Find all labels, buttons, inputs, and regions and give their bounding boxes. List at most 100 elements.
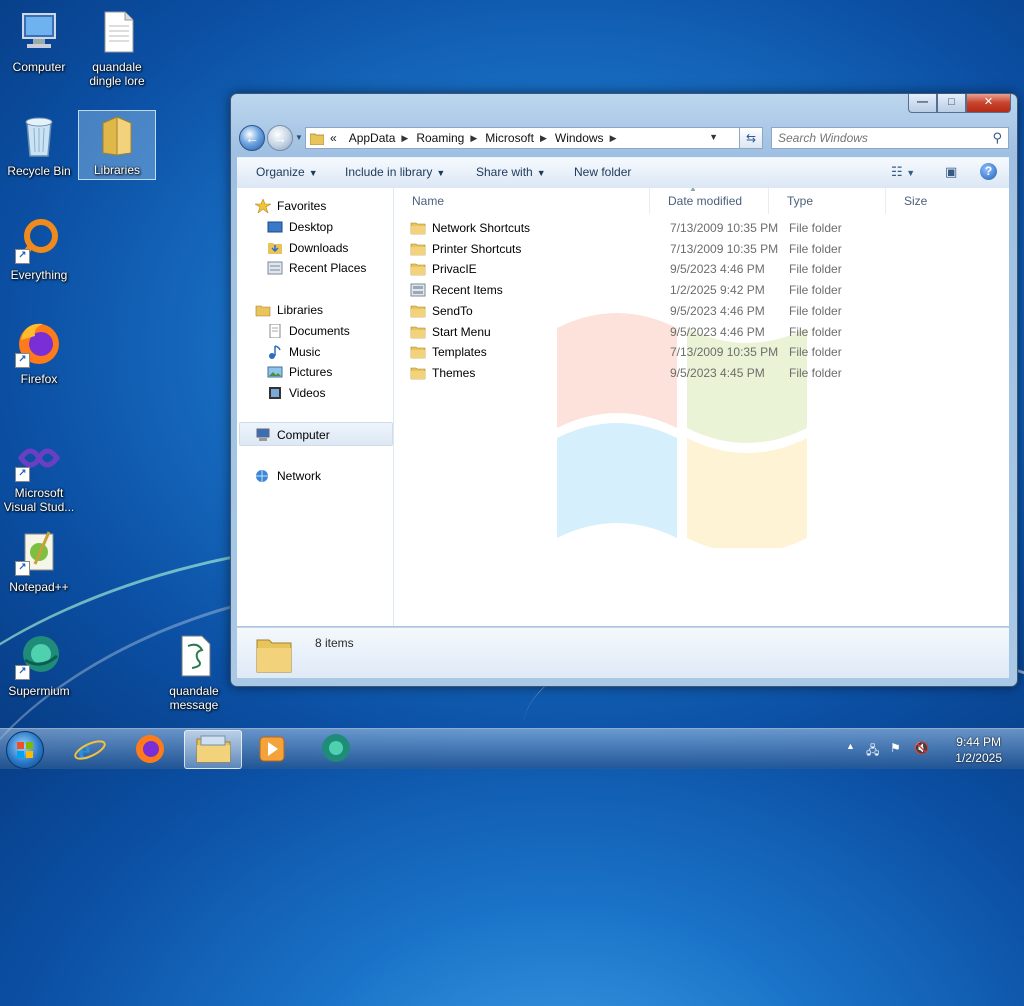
desktop-icon-everything[interactable]: ↗ Everything (1, 216, 77, 282)
nav-label: Libraries (277, 303, 324, 317)
breadcrumb-roaming[interactable]: Roaming (410, 131, 470, 145)
firefox-icon: ↗ (15, 320, 63, 368)
media-player-icon (259, 736, 285, 762)
nav-pictures[interactable]: Pictures (267, 362, 332, 382)
nav-label: Videos (289, 386, 326, 400)
file-row[interactable]: PrivacIE 9/5/2023 4:46 PM File folder (408, 259, 1008, 279)
recycle-bin-icon (15, 112, 63, 160)
nav-music[interactable]: Music (267, 342, 320, 362)
chevron-right-icon[interactable]: ▶ (610, 133, 619, 144)
new-folder-button[interactable]: New folder (574, 165, 631, 179)
change-view-button[interactable]: ☷ ▼ (891, 164, 915, 180)
refresh-button[interactable]: ⇆ (739, 127, 763, 149)
desktop-icon-recycle-bin[interactable]: Recycle Bin (1, 112, 77, 178)
file-row[interactable]: Start Menu 9/5/2023 4:46 PM File folder (408, 322, 1008, 342)
start-button[interactable] (6, 731, 44, 769)
column-header-size[interactable]: Size (886, 188, 1006, 214)
desktop-icon-quandale-lore[interactable]: quandale dingle lore (79, 8, 155, 88)
desktop-icon-computer[interactable]: Computer (1, 8, 77, 74)
desktop-icon-supermium[interactable]: ↗ Supermium (1, 632, 77, 698)
folder-icon (410, 366, 426, 380)
supermium-icon (322, 734, 350, 762)
taskbar-firefox[interactable] (122, 730, 178, 767)
file-type: File folder (789, 345, 842, 360)
file-row[interactable]: Network Shortcuts 7/13/2009 10:35 PM File … (408, 218, 1008, 238)
desktop-icon-firefox[interactable]: ↗ Firefox (1, 320, 77, 386)
desktop-icon-visual-studio[interactable]: ↗ Microsoft Visual Stud... (1, 434, 77, 514)
script-file-icon (170, 632, 218, 680)
breadcrumb-microsoft[interactable]: Microsoft (479, 131, 540, 145)
breadcrumb-windows[interactable]: Windows (549, 131, 610, 145)
chevron-right-icon[interactable]: ▶ (470, 133, 479, 144)
search-input[interactable] (776, 128, 980, 148)
chevron-right-icon[interactable]: ▶ (540, 133, 549, 144)
search-box[interactable]: ⚲ (771, 127, 1009, 149)
nav-downloads[interactable]: Downloads (267, 238, 348, 258)
firefox-icon (136, 735, 164, 763)
nav-computer[interactable]: Computer (255, 425, 330, 445)
dropdown-arrow-icon: ▼ (436, 168, 446, 178)
file-type: File folder (789, 241, 842, 256)
supermium-icon: ↗ (15, 632, 63, 680)
taskbar-supermium[interactable] (308, 730, 364, 767)
preview-pane-button[interactable]: ▣ (945, 164, 957, 180)
column-header-name[interactable]: Name (394, 188, 650, 214)
visual-studio-icon: ↗ (15, 434, 63, 482)
nav-desktop[interactable]: Desktop (267, 217, 333, 237)
file-name: Network Shortcuts (432, 221, 531, 235)
chevron-right-icon[interactable]: ▶ (401, 133, 410, 144)
desktop-icon-quandale-message[interactable]: quandale message (156, 632, 232, 712)
nav-network[interactable]: Network (255, 466, 321, 486)
nav-label: Computer (277, 428, 330, 442)
desktop-icon-notepadpp[interactable]: ↗ Notepad++ (1, 528, 77, 594)
address-history-dropdown[interactable]: ▼ (709, 132, 718, 142)
taskbar-windows-explorer[interactable] (184, 730, 242, 769)
taskbar-media-player[interactable] (244, 730, 300, 767)
file-row[interactable]: Templates 7/13/2009 10:35 PM File folder (408, 342, 1008, 362)
nav-libraries[interactable]: Libraries (255, 300, 323, 320)
maximize-button[interactable]: □ (937, 94, 966, 113)
desktop-icon-label: Microsoft Visual Stud... (3, 486, 75, 514)
include-in-library-button[interactable]: Include in library ▼ (345, 165, 445, 179)
file-row[interactable]: Printer Shortcuts 7/13/2009 10:35 PM File … (408, 239, 1008, 259)
recent-pages-dropdown[interactable]: ▼ (295, 133, 303, 142)
forward-button[interactable]: → (267, 125, 293, 151)
file-date-modified: 1/2/2025 9:42 PM (670, 283, 765, 298)
column-header-type[interactable]: Type (769, 188, 886, 214)
volume-muted-icon[interactable]: 🔇 (914, 741, 929, 755)
network-tray-icon[interactable]: 🖧 (866, 741, 879, 762)
desktop-icon-libraries[interactable]: Libraries (78, 110, 156, 180)
minimize-button[interactable]: — (908, 94, 937, 113)
desktop-icon-label: quandale dingle lore (89, 60, 145, 88)
search-icon[interactable]: ⚲ (992, 130, 1002, 146)
nav-videos[interactable]: Videos (267, 383, 325, 403)
folder-icon (410, 221, 426, 235)
file-type: File folder (789, 262, 842, 277)
taskbar-internet-explorer[interactable]: e (62, 730, 118, 767)
show-hidden-icons-button[interactable]: ▲ (846, 741, 855, 751)
nav-label: Music (289, 345, 321, 359)
help-button[interactable]: ? (980, 163, 997, 180)
action-center-flag-icon[interactable]: ⚑ (890, 741, 901, 755)
breadcrumb-appdata[interactable]: AppData (343, 131, 402, 145)
back-button[interactable]: ← (239, 125, 265, 151)
file-row[interactable]: SendTo 9/5/2023 4:46 PM File folder (408, 301, 1008, 321)
dropdown-arrow-icon: ▼ (308, 168, 318, 178)
nav-documents[interactable]: Documents (267, 321, 350, 341)
desktop-icon-label: Everything (10, 268, 68, 282)
organize-button[interactable]: Organize ▼ (256, 165, 318, 179)
documents-icon (267, 323, 283, 339)
column-header-date[interactable]: Date modified (650, 188, 769, 214)
file-row[interactable]: Recent Items 1/2/2025 9:42 PM File folder (408, 280, 1008, 300)
file-date-modified: 9/5/2023 4:46 PM (670, 324, 765, 339)
nav-recent-places[interactable]: Recent Places (267, 258, 366, 278)
close-button[interactable]: ✕ (966, 94, 1011, 113)
share-with-button[interactable]: Share with ▼ (476, 165, 546, 179)
file-row[interactable]: Themes 9/5/2023 4:45 PM File folder (408, 363, 1008, 383)
address-bar[interactable]: « AppData ▶ Roaming ▶ Microsoft ▶ Windows ▶ … (305, 127, 741, 149)
nav-label: Desktop (289, 220, 334, 234)
nav-favorites[interactable]: Favorites (253, 196, 326, 216)
system-clock[interactable]: 9:44 PM 1/2/2025 (955, 734, 1002, 766)
taskbar: e ▲ 🖧 ⚑ 🔇 9:44 PM 1/2/2025 (0, 728, 1024, 769)
address-overflow[interactable]: « (324, 131, 343, 145)
